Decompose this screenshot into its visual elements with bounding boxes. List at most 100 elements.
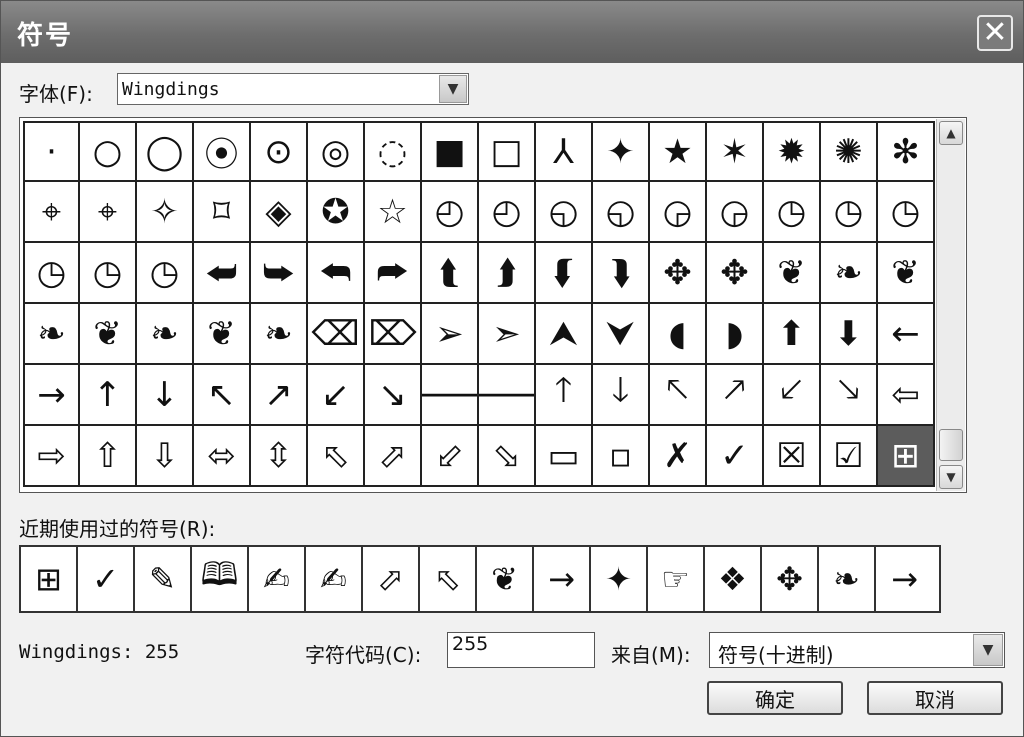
symbol-cell[interactable]: ↓ [137, 365, 194, 426]
symbol-cell[interactable]: ⊙ [251, 121, 308, 182]
symbol-cell[interactable]: ◵ [536, 182, 593, 243]
symbol-cell[interactable]: ★ [650, 121, 707, 182]
symbol-cell[interactable]: ✗ [650, 426, 707, 487]
symbol-cell[interactable]: ⬀ [365, 426, 422, 487]
symbol-cell[interactable]: ❧ [137, 304, 194, 365]
recent-symbol-cell[interactable]: ✎ [135, 547, 192, 611]
symbol-cell[interactable]: ❧ [821, 243, 878, 304]
symbol-cell[interactable]: ☑ [821, 426, 878, 487]
symbol-cell[interactable]: ⌦ [365, 304, 422, 365]
symbol-cell[interactable]: ✻ [878, 121, 935, 182]
recent-symbol-cell[interactable]: ✦ [591, 547, 648, 611]
symbol-cell[interactable]: ▭ [536, 426, 593, 487]
symbol-cell[interactable]: ❦ [80, 304, 137, 365]
symbol-cell[interactable]: ✥ [650, 243, 707, 304]
symbol-cell[interactable]: ⮝ [536, 304, 593, 365]
symbol-cell[interactable]: ◷ [821, 182, 878, 243]
symbol-cell[interactable]: ◎ [308, 121, 365, 182]
from-select[interactable]: 符号(十进制) ▼ [709, 632, 1005, 668]
scroll-thumb[interactable] [939, 429, 963, 461]
scroll-down-button[interactable]: ▼ [939, 465, 963, 489]
font-dropdown-button[interactable]: ▼ [439, 75, 467, 103]
symbol-cell[interactable]: ❦ [194, 304, 251, 365]
symbol-cell[interactable]: ❦ [764, 243, 821, 304]
symbol-cell[interactable]: ⇧ [80, 426, 137, 487]
symbol-cell[interactable]: ◶ [650, 182, 707, 243]
symbol-cell[interactable]: ◗ [707, 304, 764, 365]
scroll-up-button[interactable]: ▲ [939, 121, 963, 145]
symbol-cell[interactable]: ◵ [593, 182, 650, 243]
symbol-cell[interactable]: ⅄ [536, 121, 593, 182]
symbol-cell[interactable]: ⬇ [821, 304, 878, 365]
recent-symbol-cell[interactable]: ✍ [249, 547, 306, 611]
recent-symbol-cell[interactable]: ❦ [477, 547, 534, 611]
ok-button[interactable]: 确定 [707, 681, 843, 715]
symbol-cell[interactable]: ❧ [23, 304, 80, 365]
symbol-cell[interactable]: ◴ [479, 182, 536, 243]
symbol-cell[interactable]: ◷ [23, 243, 80, 304]
from-dropdown-button[interactable]: ▼ [973, 634, 1003, 666]
symbol-cell[interactable]: ✺ [821, 121, 878, 182]
cancel-button[interactable]: 取消 [867, 681, 1003, 715]
symbol-cell[interactable]: ◷ [764, 182, 821, 243]
recent-symbol-cell[interactable]: ❖ [705, 547, 762, 611]
symbol-cell[interactable]: ◌ [365, 121, 422, 182]
symbol-cell[interactable]: ❧ [251, 304, 308, 365]
symbol-cell[interactable]: 🡕 [707, 365, 764, 426]
symbol-cell[interactable]: ✶ [707, 121, 764, 182]
symbol-cell[interactable]: ↖ [194, 365, 251, 426]
symbol-cell[interactable]: ⮨ [194, 243, 251, 304]
symbol-cell[interactable]: ✹ [764, 121, 821, 182]
close-button[interactable]: ✕ [977, 15, 1013, 51]
symbol-cell[interactable]: ⬂ [479, 426, 536, 487]
symbol-cell[interactable]: ➢ [422, 304, 479, 365]
symbol-cell[interactable]: ⦿ [194, 121, 251, 182]
symbol-cell[interactable]: 🡓 [593, 365, 650, 426]
recent-symbol-cell[interactable]: ☞ [648, 547, 705, 611]
recent-symbol-cell[interactable]: → [534, 547, 591, 611]
symbol-cell[interactable]: ⬁ [308, 426, 365, 487]
symbol-cell[interactable]: ⌑ [194, 182, 251, 243]
symbol-cell[interactable]: ◖ [650, 304, 707, 365]
recent-symbol-cell[interactable]: → [876, 547, 933, 611]
symbol-cell[interactable]: 🡐 [422, 365, 479, 426]
symbol-cell[interactable]: ✪ [308, 182, 365, 243]
symbol-cell[interactable]: ⮫ [365, 243, 422, 304]
symbol-cell[interactable]: ✥ [707, 243, 764, 304]
recent-symbol-cell[interactable]: ❧ [819, 547, 876, 611]
recent-symbol-cell[interactable]: ✓ [78, 547, 135, 611]
symbol-cell[interactable]: ◈ [251, 182, 308, 243]
recent-symbol-cell[interactable]: ⬁ [420, 547, 477, 611]
symbol-cell[interactable]: ⇦ [878, 365, 935, 426]
font-select[interactable]: Wingdings ▼ [117, 73, 469, 105]
symbol-cell[interactable]: ⊞ [878, 426, 935, 487]
symbol-cell[interactable]: ⮪ [308, 243, 365, 304]
symbol-cell[interactable]: ↑ [80, 365, 137, 426]
char-code-input[interactable]: 255 [447, 632, 595, 668]
symbol-cell[interactable]: ☒ [764, 426, 821, 487]
symbol-cell[interactable]: ⮬ [422, 243, 479, 304]
symbol-cell[interactable]: ↘ [365, 365, 422, 426]
symbol-cell[interactable]: ↙ [308, 365, 365, 426]
symbol-cell[interactable]: ↗ [251, 365, 308, 426]
symbol-cell[interactable]: ✓ [707, 426, 764, 487]
symbol-cell[interactable]: ◷ [878, 182, 935, 243]
recent-symbol-cell[interactable]: ⊞ [21, 547, 78, 611]
recent-symbol-cell[interactable]: ✥ [762, 547, 819, 611]
recent-symbol-cell[interactable]: ✍ [306, 547, 363, 611]
symbol-cell[interactable]: ⮟ [593, 304, 650, 365]
symbol-cell[interactable]: · [23, 121, 80, 182]
symbol-cell[interactable]: ◷ [137, 243, 194, 304]
symbol-cell[interactable]: ◷ [80, 243, 137, 304]
symbol-cell[interactable]: ◴ [422, 182, 479, 243]
symbol-cell[interactable]: → [23, 365, 80, 426]
symbol-cell[interactable]: ← [878, 304, 935, 365]
symbol-cell[interactable]: ⇩ [137, 426, 194, 487]
symbol-cell[interactable]: ⇨ [23, 426, 80, 487]
symbol-cell[interactable]: ⌫ [308, 304, 365, 365]
symbol-cell[interactable]: □ [479, 121, 536, 182]
symbol-cell[interactable]: ✦ [593, 121, 650, 182]
symbol-cell[interactable]: ⬆ [764, 304, 821, 365]
symbol-cell[interactable]: 🡗 [764, 365, 821, 426]
symbol-cell[interactable]: ⮯ [593, 243, 650, 304]
